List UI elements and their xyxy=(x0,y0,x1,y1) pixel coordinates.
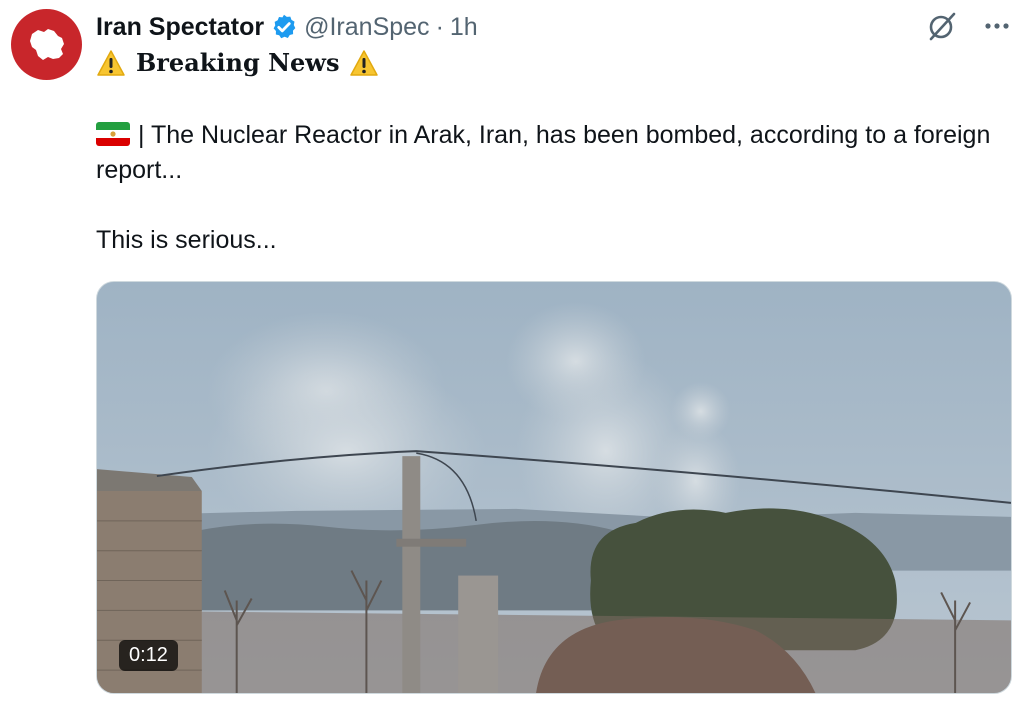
grok-icon[interactable] xyxy=(926,10,958,42)
tweet-card[interactable]: Iran Spectator @IranSpec · 1h Breaking N… xyxy=(0,0,1024,708)
avatar[interactable] xyxy=(11,9,82,80)
iran-map-logo-icon xyxy=(29,28,64,60)
separator-dot: · xyxy=(435,12,444,41)
tweet-text: | The Nuclear Reactor in Arak, Iran, has… xyxy=(96,118,996,258)
headline-text: Breaking News xyxy=(136,48,340,77)
video-player[interactable]: 0:12 xyxy=(96,281,1012,694)
iran-flag-icon xyxy=(96,122,130,146)
warning-icon xyxy=(349,49,379,77)
warning-icon xyxy=(96,49,126,77)
verified-badge-icon[interactable] xyxy=(270,13,298,41)
timestamp[interactable]: 1h xyxy=(450,13,478,42)
tweet-header: Iran Spectator @IranSpec · 1h xyxy=(96,10,478,44)
tweet-actions xyxy=(926,10,1010,42)
headline: Breaking News xyxy=(96,48,379,77)
tweet-line-1: | The Nuclear Reactor in Arak, Iran, has… xyxy=(96,121,991,184)
more-options-icon[interactable] xyxy=(984,13,1010,39)
handle[interactable]: @IranSpec xyxy=(304,13,429,42)
tweet-line-2: This is serious... xyxy=(96,226,277,254)
video-duration-badge: 0:12 xyxy=(119,640,178,671)
display-name[interactable]: Iran Spectator xyxy=(96,13,264,42)
video-thumbnail[interactable] xyxy=(97,282,1011,693)
